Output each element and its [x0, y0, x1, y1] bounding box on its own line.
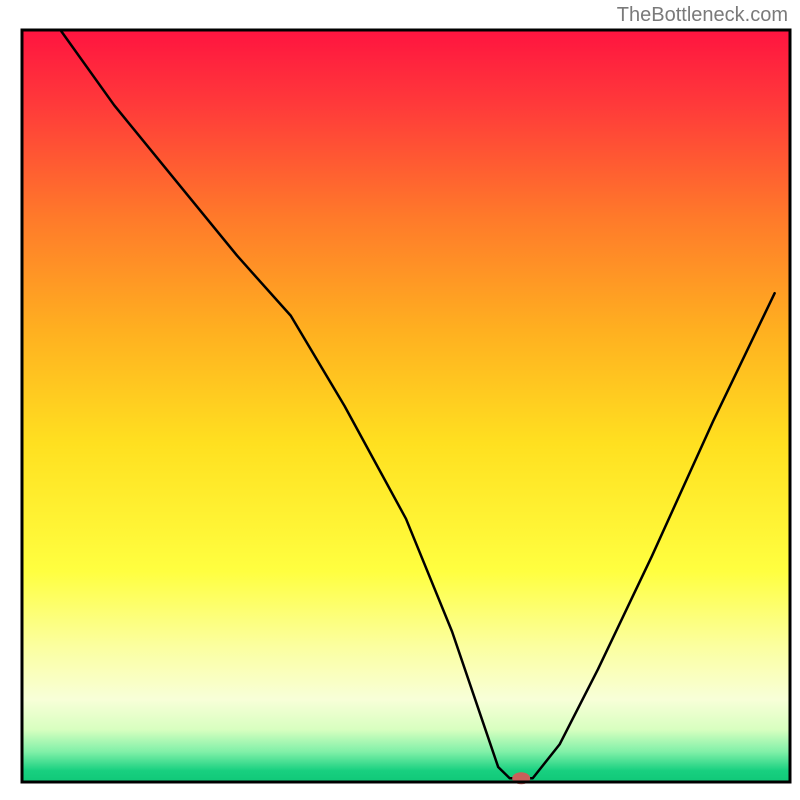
plot-area [22, 30, 790, 784]
chart-svg [0, 0, 800, 800]
bottleneck-chart [0, 0, 800, 800]
chart-background [22, 30, 790, 782]
watermark-text: TheBottleneck.com [617, 4, 788, 27]
